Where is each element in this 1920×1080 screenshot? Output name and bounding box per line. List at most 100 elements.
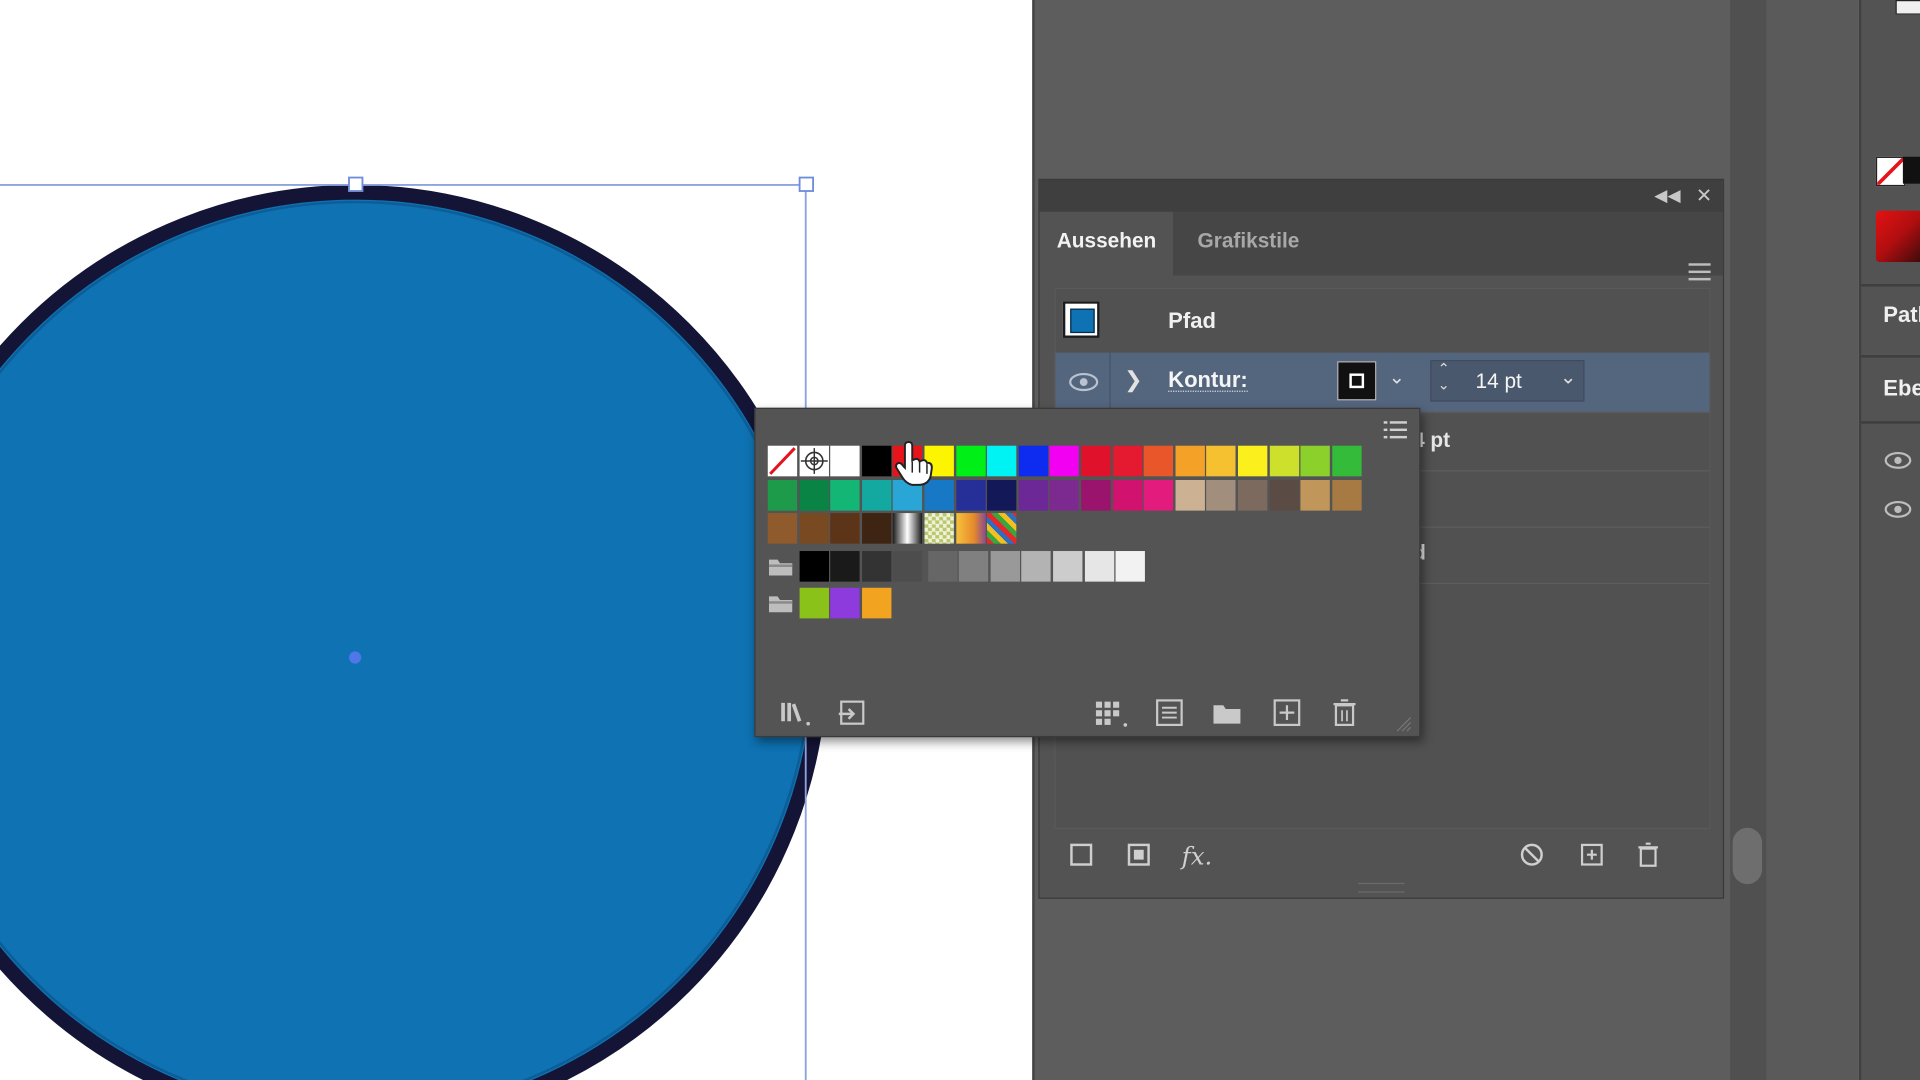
color-swatch[interactable] [1300, 445, 1331, 477]
color-swatch[interactable] [1206, 445, 1236, 477]
color-swatch[interactable] [1081, 479, 1111, 511]
color-swatch[interactable] [799, 479, 829, 511]
stroke-weight-stepper[interactable]: ⌃ ⌄ [1438, 361, 1450, 393]
appearance-object-row[interactable]: Pfad [1055, 289, 1710, 354]
color-swatch[interactable] [1018, 479, 1048, 511]
color-swatch[interactable] [861, 513, 892, 544]
color-swatch[interactable] [1143, 479, 1174, 511]
color-swatch[interactable] [1049, 479, 1080, 511]
swatch-options-icon[interactable] [1155, 698, 1184, 727]
stroke-attribute-row[interactable]: ❯ Kontur: ⌄ ⌃ ⌄ 14 pt ⌄ [1055, 352, 1710, 413]
swatch-gradient[interactable] [955, 513, 986, 544]
popup-resize-grip[interactable] [1395, 715, 1412, 732]
color-group-folder-icon[interactable] [768, 593, 795, 613]
color-swatch[interactable] [955, 479, 986, 511]
new-swatch-icon[interactable] [1272, 698, 1301, 727]
tab-aussehen[interactable]: Aussehen [1039, 211, 1174, 276]
color-swatch[interactable] [799, 513, 829, 544]
color-swatch[interactable] [1021, 550, 1052, 582]
color-swatch[interactable] [1112, 479, 1142, 511]
color-swatch[interactable] [861, 479, 892, 511]
layer-visibility-eye-icon[interactable] [1883, 500, 1912, 520]
dock-tab-layers[interactable]: Ebe [1883, 376, 1920, 402]
color-swatch[interactable] [1206, 479, 1236, 511]
dock-top-swatch[interactable] [1895, 0, 1920, 15]
color-swatch[interactable] [955, 445, 986, 477]
dock-scrollbar-thumb[interactable] [1732, 827, 1763, 885]
color-swatch[interactable] [1115, 550, 1146, 582]
color-swatch[interactable] [893, 550, 923, 582]
selected-circle-path[interactable] [0, 185, 828, 1080]
color-swatch[interactable] [799, 587, 829, 619]
panel-menu-icon[interactable] [1688, 263, 1711, 285]
color-swatch[interactable] [1332, 445, 1362, 477]
stroke-color-swatch[interactable] [1337, 361, 1377, 401]
color-group-folder-icon[interactable] [768, 555, 795, 575]
color-swatch[interactable] [1143, 445, 1174, 477]
layer-visibility-eye-icon[interactable] [1883, 451, 1912, 471]
color-swatch[interactable] [830, 479, 860, 511]
color-swatch[interactable] [861, 587, 892, 619]
add-effect-icon[interactable]: fx. [1182, 841, 1213, 870]
duplicate-item-icon[interactable] [1578, 841, 1605, 868]
color-swatch[interactable] [1081, 445, 1111, 477]
color-swatch[interactable] [767, 479, 798, 511]
color-swatch[interactable] [1237, 445, 1268, 477]
swatch-pattern[interactable] [924, 513, 954, 544]
swatch-libraries-icon[interactable] [778, 698, 815, 727]
delete-item-icon[interactable] [1635, 841, 1662, 868]
color-swatch[interactable] [958, 550, 989, 582]
color-swatch[interactable] [1175, 479, 1205, 511]
color-swatch[interactable] [927, 550, 958, 582]
color-swatch[interactable] [830, 513, 860, 544]
color-swatch[interactable] [1175, 445, 1205, 477]
stroke-label[interactable]: Kontur: [1168, 369, 1248, 392]
clear-appearance-icon[interactable] [1518, 841, 1545, 868]
add-new-stroke-icon[interactable] [1068, 841, 1095, 868]
swatch-pattern[interactable] [987, 513, 1017, 544]
color-swatch[interactable] [1269, 479, 1299, 511]
chevron-down-icon[interactable]: ⌄ [1560, 365, 1576, 389]
close-panel-icon[interactable]: ✕ [1696, 184, 1712, 208]
expand-chevron-icon[interactable]: ❯ [1124, 367, 1142, 393]
dock-fill-stroke-indicator[interactable] [1875, 156, 1906, 187]
new-color-group-icon[interactable] [1211, 698, 1243, 727]
color-swatch[interactable] [830, 587, 860, 619]
dock-stroke-indicator[interactable] [1902, 156, 1920, 184]
tab-grafikstile[interactable]: Grafikstile [1180, 212, 1316, 276]
place-swatches-icon[interactable] [836, 698, 868, 730]
color-swatch[interactable] [987, 479, 1017, 511]
color-swatch[interactable] [861, 445, 892, 477]
color-swatch[interactable] [799, 550, 829, 582]
swatch-none[interactable] [767, 445, 798, 477]
delete-swatch-icon[interactable] [1331, 698, 1358, 727]
collapse-panel-icon[interactable]: ◀◀ [1654, 185, 1680, 206]
color-swatch[interactable] [990, 550, 1020, 582]
dock-tab-path[interactable]: Path [1883, 302, 1920, 328]
color-swatch[interactable] [987, 445, 1017, 477]
color-swatch[interactable] [830, 550, 860, 582]
color-swatch[interactable] [1269, 445, 1299, 477]
color-swatch[interactable] [830, 445, 860, 477]
dock-gradient-preview[interactable] [1875, 210, 1920, 263]
color-swatch[interactable] [1018, 445, 1048, 477]
panel-resize-grip[interactable] [1357, 882, 1405, 893]
chevron-down-icon[interactable]: ⌄ [1389, 365, 1405, 389]
bounding-box-handle-top-right[interactable] [798, 176, 814, 192]
color-swatch[interactable] [1237, 479, 1268, 511]
color-swatch[interactable] [1112, 445, 1142, 477]
swatch-gradient[interactable] [893, 513, 923, 544]
visibility-eye-icon[interactable] [1068, 371, 1100, 393]
color-swatch[interactable] [1084, 550, 1114, 582]
color-swatch[interactable] [1332, 479, 1362, 511]
bounding-box-handle-top-center[interactable] [348, 176, 364, 192]
color-swatch[interactable] [861, 550, 892, 582]
swatch-registration[interactable] [799, 445, 829, 477]
stroke-weight-value[interactable]: 14 pt [1476, 370, 1522, 394]
color-swatch[interactable] [767, 513, 798, 544]
panel-titlebar[interactable]: ◀◀ ✕ [1039, 180, 1723, 212]
color-swatch[interactable] [1049, 445, 1080, 477]
show-swatch-kinds-icon[interactable] [1093, 698, 1130, 730]
add-new-fill-icon[interactable] [1125, 841, 1152, 868]
color-swatch[interactable] [1300, 479, 1331, 511]
